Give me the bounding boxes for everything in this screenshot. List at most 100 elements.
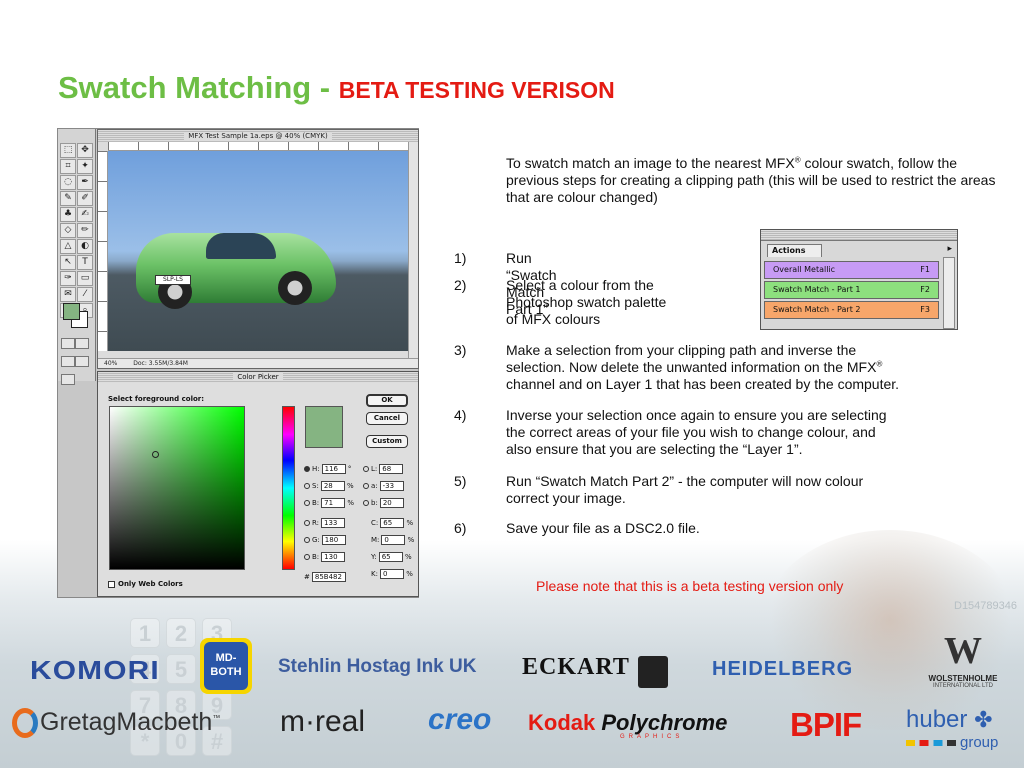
- actions-tab[interactable]: Actions: [767, 244, 823, 257]
- step-number: 4): [454, 407, 467, 423]
- brightness-value[interactable]: B: 71 %: [304, 498, 354, 508]
- step-number: 3): [454, 342, 467, 358]
- step-number: 6): [454, 520, 467, 536]
- pencil-tool-icon[interactable]: ✏: [77, 223, 93, 238]
- blur-tool-icon[interactable]: △: [60, 239, 76, 254]
- screen-mode-icon[interactable]: [61, 356, 75, 367]
- step-text: Make a selection from your clipping path…: [506, 342, 900, 392]
- yellow-value[interactable]: Y: 65 %: [371, 552, 412, 562]
- saturation-value[interactable]: S: 28 %: [304, 481, 354, 491]
- document-title: MFX Test Sample 1a.eps @ 40% (CMYK): [184, 132, 332, 140]
- step-number: 5): [454, 473, 467, 489]
- left-ruler: [98, 151, 108, 351]
- l-value[interactable]: L: 68: [363, 464, 404, 474]
- zoom-level[interactable]: 40%: [104, 360, 117, 367]
- vertical-scrollbar[interactable]: [408, 142, 418, 360]
- eckart-logo: ECKART: [522, 654, 630, 680]
- quickmask-mode-icon[interactable]: [75, 338, 89, 349]
- ok-button[interactable]: OK: [366, 394, 408, 407]
- step-5: 5) Run “Swatch Match Part 2” - the compu…: [454, 473, 1004, 509]
- photoshop-screenshot: ⬚✥ ⌗✦ ◌✒ ✎✐ ♣✍ ◇✏ △◐ ↖T ✑▭ ✉⁄ ✋⌕ MFX Tes…: [57, 128, 419, 598]
- palette-scrollbar[interactable]: [943, 257, 955, 329]
- step-number: 1): [454, 250, 467, 266]
- pen-tool-icon[interactable]: ✒: [77, 175, 93, 190]
- standard-mode-icon[interactable]: [61, 338, 75, 349]
- a-value[interactable]: a: -33: [363, 481, 404, 491]
- step-text: Inverse your selection once again to ens…: [506, 407, 887, 457]
- huber-color-bar: [906, 740, 956, 746]
- document-titlebar[interactable]: MFX Test Sample 1a.eps @ 40% (CMYK): [98, 130, 418, 142]
- pen-path-icon[interactable]: ✑: [60, 271, 76, 286]
- notes-tool-icon[interactable]: ✉: [60, 287, 76, 302]
- checkbox-icon[interactable]: [108, 580, 115, 588]
- car-wheel: [278, 271, 312, 305]
- color-preview: [305, 406, 343, 448]
- dodge-tool-icon[interactable]: ◐: [77, 239, 93, 254]
- picker-label: Select foreground color:: [108, 395, 205, 403]
- stehlin-hostag-logo: Stehlin Hostag Ink UK: [278, 656, 477, 677]
- move-tool-icon[interactable]: ✥: [77, 143, 93, 158]
- palette-titlebar[interactable]: [761, 230, 957, 241]
- cyan-value[interactable]: C: 65 %: [371, 518, 413, 528]
- color-picker-dialog: Color Picker Select foreground color: OK…: [97, 371, 419, 597]
- brush-tool-icon[interactable]: ✐: [77, 191, 93, 206]
- color-field[interactable]: [109, 406, 245, 570]
- hue-slider[interactable]: [282, 406, 295, 570]
- tool-grid: ⬚✥ ⌗✦ ◌✒ ✎✐ ♣✍ ◇✏ △◐ ↖T ✑▭ ✉⁄ ✋⌕: [60, 143, 94, 318]
- actions-palette: Actions ▸ Overall Metallic F1 Swatch Matc…: [760, 229, 958, 330]
- document-window: MFX Test Sample 1a.eps @ 40% (CMYK) SLP-…: [97, 129, 419, 369]
- only-web-colors-checkbox[interactable]: Only Web Colors: [108, 580, 183, 588]
- step-3: 3) Make a selection from your clipping p…: [454, 342, 1004, 396]
- jump-to-icon[interactable]: [61, 374, 75, 385]
- gradient-tool-icon[interactable]: ▭: [77, 271, 93, 286]
- hue-value[interactable]: H: 116 °: [304, 464, 351, 474]
- b-value[interactable]: b: 20: [363, 498, 404, 508]
- history-brush-icon[interactable]: ✍: [77, 207, 93, 222]
- fullscreen-mode-icon[interactable]: [75, 356, 89, 367]
- color-picker-title: Color Picker: [233, 373, 283, 381]
- stamp-tool-icon[interactable]: ♣: [60, 207, 76, 222]
- lasso-tool-icon[interactable]: ◌: [60, 175, 76, 190]
- gretagmacbeth-logo: GretagMacbeth™: [12, 708, 220, 739]
- step-6: 6) Save your file as a DSC2.0 file.: [454, 520, 1004, 538]
- black-value[interactable]: K: 0 %: [371, 569, 413, 579]
- eraser-tool-icon[interactable]: ◇: [60, 223, 76, 238]
- background-key: 2: [166, 618, 196, 648]
- heidelberg-logo: HEIDELBERG: [712, 658, 854, 680]
- action-swatch-match-part-2[interactable]: Swatch Match - Part 2 F3: [764, 301, 939, 319]
- marquee-tool-icon[interactable]: ⬚: [60, 143, 76, 158]
- bpif-logo: BPIF: [790, 706, 862, 743]
- doc-size: Doc: 3.55M/3.84M: [133, 360, 188, 367]
- red-value[interactable]: R: 133: [304, 518, 346, 528]
- slide-title: Swatch Matching - BETA TESTING VERISON: [58, 70, 615, 106]
- color-picker-titlebar[interactable]: Color Picker: [98, 372, 418, 383]
- hex-value[interactable]: #85B482: [304, 572, 346, 582]
- blue-value[interactable]: B: 130: [304, 552, 346, 562]
- huber-clover-icon: ✤: [974, 707, 993, 732]
- triangle-right-icon[interactable]: ▸: [947, 244, 952, 254]
- mode-buttons: [61, 337, 93, 391]
- action-overall-metallic[interactable]: Overall Metallic F1: [764, 261, 939, 279]
- kodak-polychrome-logo: Kodak Polychrome GRAPHICS: [528, 710, 728, 740]
- step-text: Select a colour from the Photoshop swatch…: [506, 277, 667, 327]
- magenta-value[interactable]: M: 0 %: [371, 535, 414, 545]
- custom-button[interactable]: Custom: [366, 435, 408, 448]
- green-value[interactable]: G: 180: [304, 535, 346, 545]
- action-swatch-match-part-1[interactable]: Swatch Match - Part 1 F2: [764, 281, 939, 299]
- path-select-icon[interactable]: ↖: [60, 255, 76, 270]
- eyedropper-tool-icon[interactable]: ⁄: [77, 287, 93, 302]
- crop-tool-icon[interactable]: ⌗: [60, 159, 76, 174]
- foreground-color-swatch[interactable]: [63, 303, 80, 320]
- cancel-button[interactable]: Cancel: [366, 412, 408, 425]
- airbrush-tool-icon[interactable]: ✎: [60, 191, 76, 206]
- background-key: 1: [130, 618, 160, 648]
- background-key: 5: [166, 654, 196, 684]
- intro-paragraph: To swatch match an image to the nearest …: [506, 155, 996, 205]
- document-status-bar: 40% Doc: 3.55M/3.84M: [98, 358, 418, 368]
- md-both-logo: MD- BOTH: [200, 638, 252, 694]
- step-text: Run “Swatch Match Part 2” - the computer…: [506, 473, 864, 506]
- creo-logo: creo: [428, 703, 492, 736]
- magic-wand-icon[interactable]: ✦: [77, 159, 93, 174]
- type-tool-icon[interactable]: T: [77, 255, 93, 270]
- color-field-cursor[interactable]: [152, 451, 159, 458]
